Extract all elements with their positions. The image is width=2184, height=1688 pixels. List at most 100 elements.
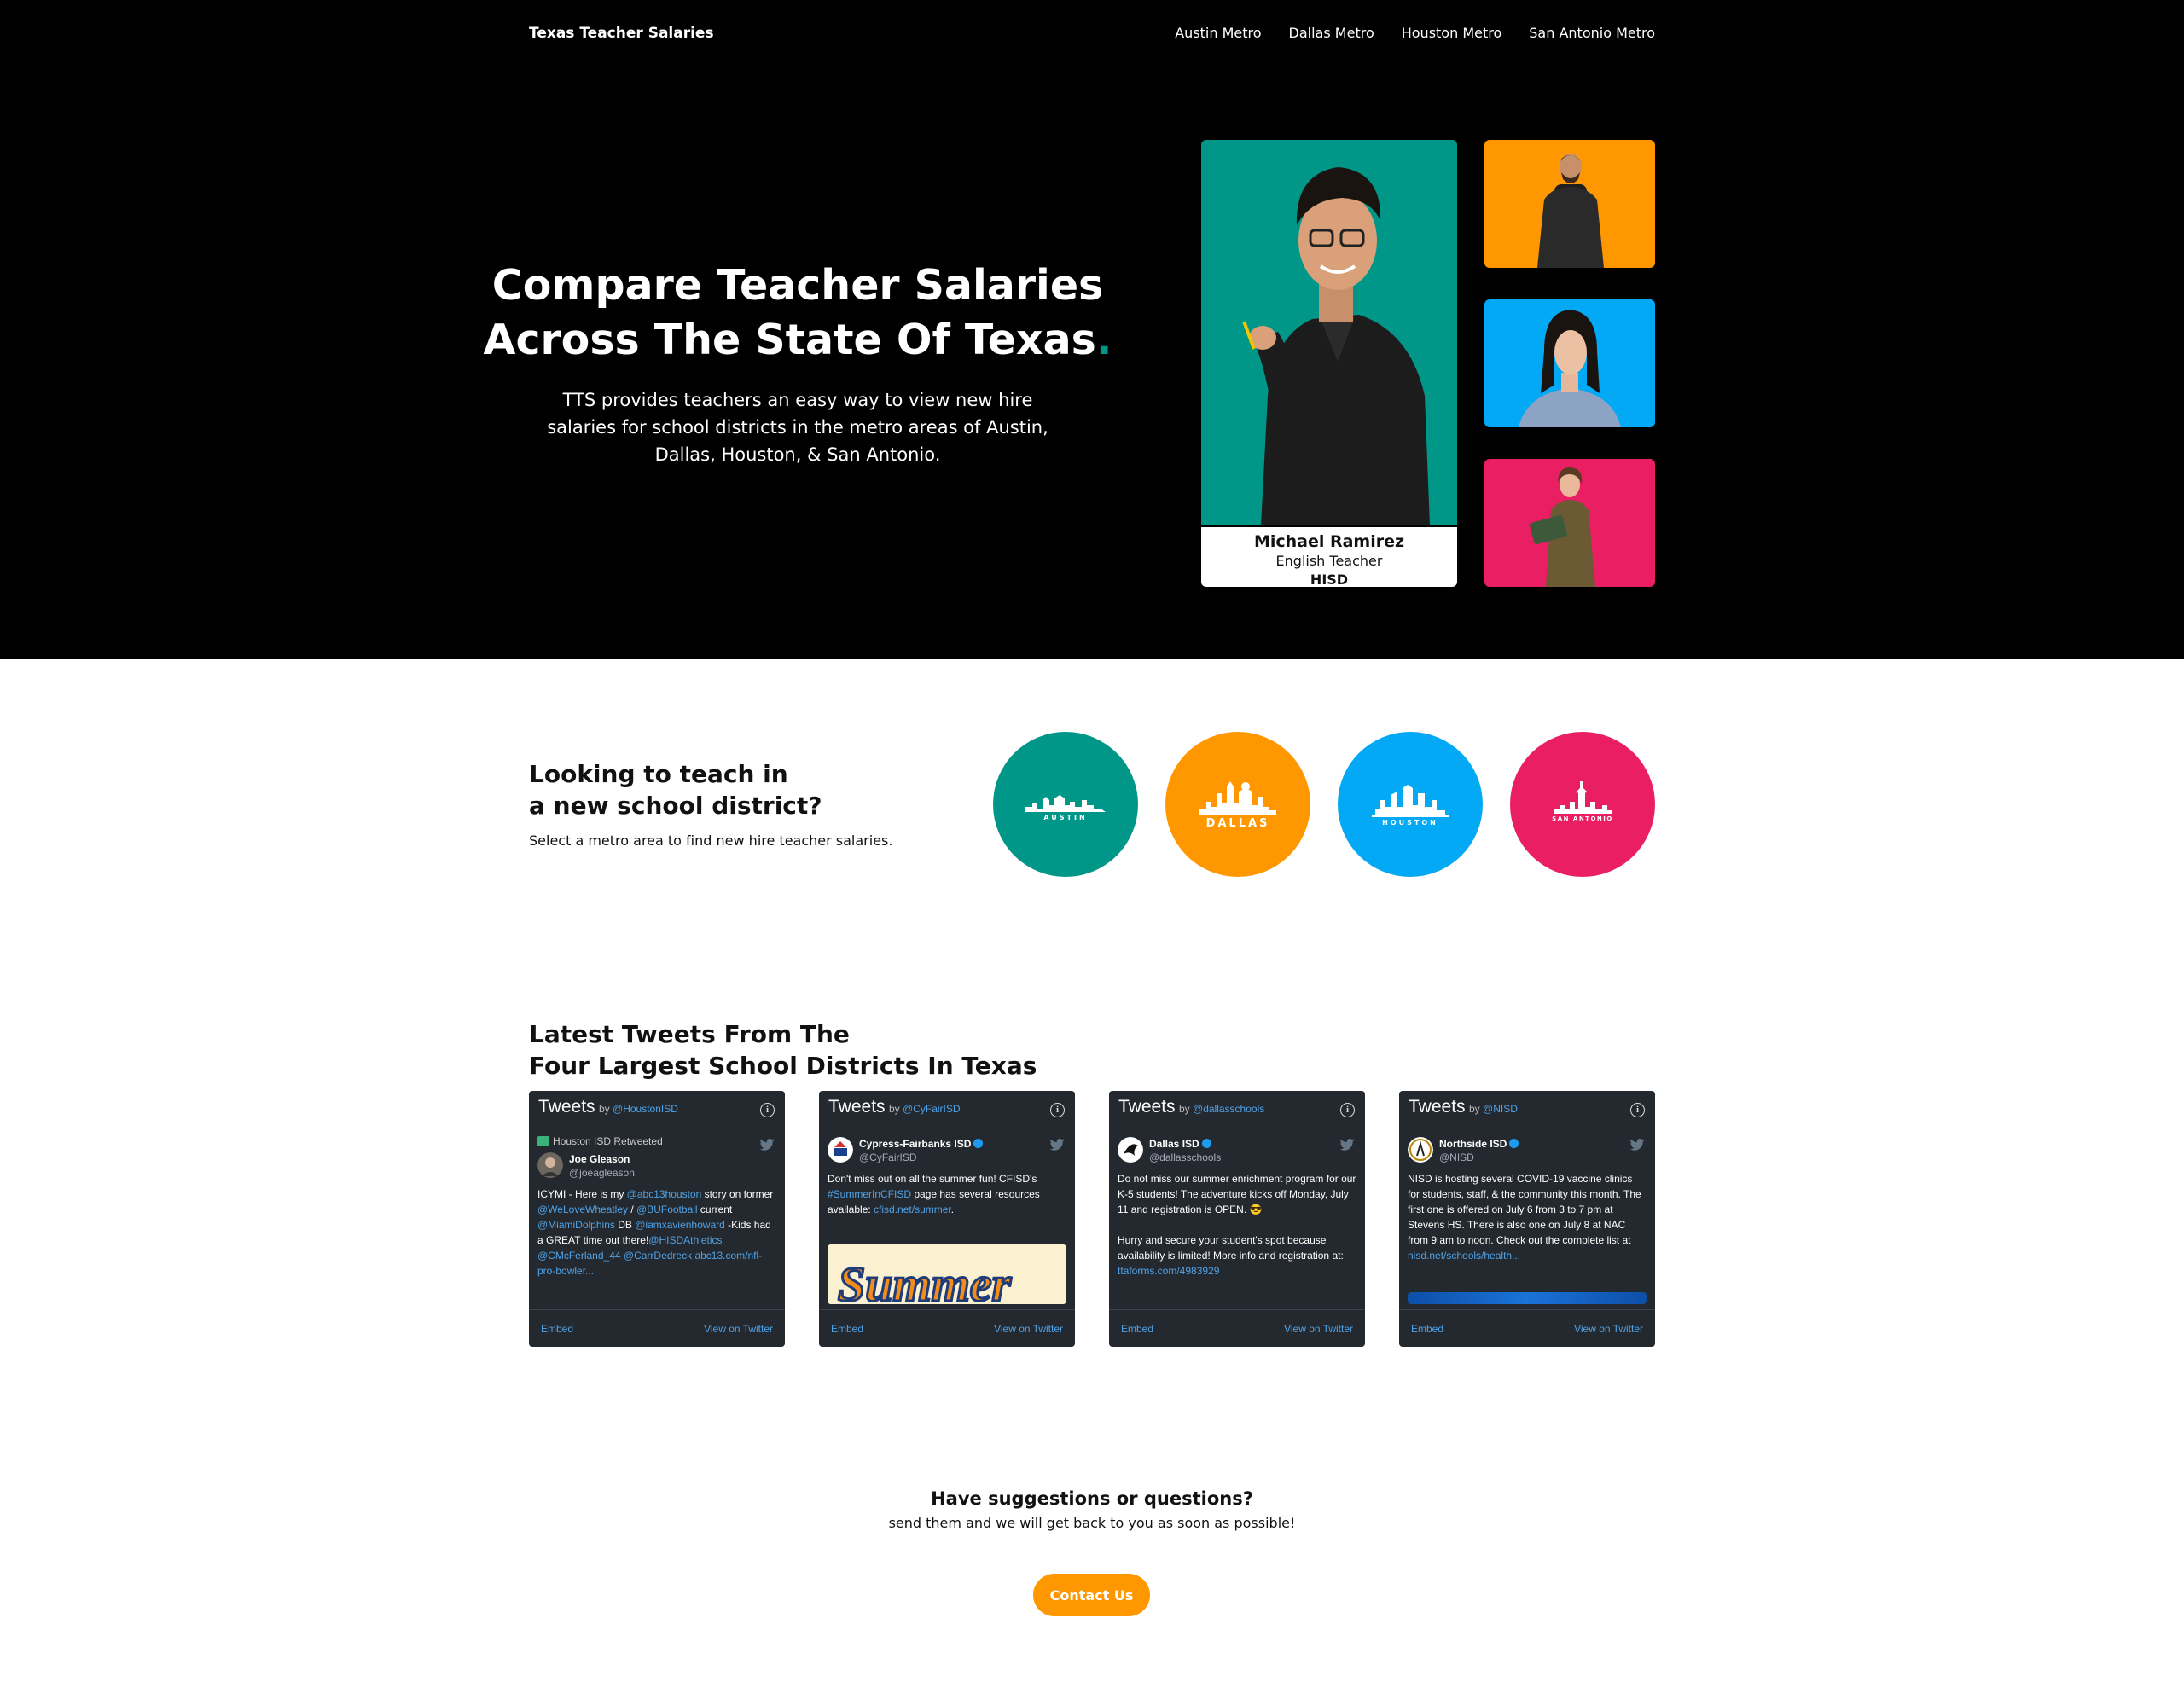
tweet-media-image[interactable] [1408, 1292, 1647, 1304]
nav-austin-metro[interactable]: Austin Metro [1175, 25, 1261, 41]
metro-san-antonio-button[interactable]: SAN ANTONIO [1510, 732, 1655, 877]
metro-subtitle: Select a metro area to find new hire tea… [529, 832, 893, 849]
nisd-logo-icon [1408, 1137, 1433, 1163]
contact-title: Have suggestions or questions? [931, 1488, 1253, 1509]
timeline-title: Tweets [538, 1097, 595, 1117]
url-link[interactable]: ttaforms.com/4983929 [1118, 1265, 1219, 1277]
hero-title-line2: Across The State Of Texas [483, 316, 1096, 364]
timeline-title: Tweets [828, 1097, 886, 1117]
tweet-timeline-houston[interactable]: Tweets by @HoustonISD i Houston ISD Retw… [529, 1091, 785, 1347]
timeline-by: by @CyFairISD [888, 1103, 961, 1115]
timeline-handle-link[interactable]: @dallasschools [1193, 1103, 1264, 1115]
austin-skyline-icon [1025, 795, 1106, 812]
hero-subtitle: TTS provides teachers an easy way to vie… [547, 390, 1048, 465]
author-handle: @NISD [1439, 1151, 1474, 1163]
tweet-body: Houston ISD Retweeted Joe Gleason @joeag… [537, 1134, 776, 1304]
timeline-handle-link[interactable]: @NISD [1483, 1103, 1518, 1115]
author-handle: @CyFairISD [859, 1151, 917, 1163]
tweet-timeline-cyfair[interactable]: Tweets by @CyFairISD i Cypress-Fairbanks… [819, 1091, 1075, 1347]
san-antonio-label: SAN ANTONIO [1552, 815, 1613, 822]
timeline-handle-link[interactable]: @HoustonISD [613, 1103, 678, 1115]
tweet-text: NISD is hosting several COVID-19 vaccine… [1408, 1173, 1641, 1262]
featured-teacher-card[interactable]: Michael Ramirez English Teacher HISD [1201, 140, 1457, 587]
embed-link[interactable]: Embed [1121, 1323, 1153, 1335]
mention-link[interactable]: @CarrDedreck [624, 1250, 692, 1262]
dallas-isd-logo-icon [1118, 1137, 1143, 1163]
embed-link[interactable]: Embed [1411, 1323, 1443, 1335]
teacher-thumb-blue[interactable] [1484, 299, 1655, 427]
author-name: Dallas ISD [1149, 1137, 1221, 1151]
info-icon[interactable]: i [1340, 1103, 1355, 1117]
dallas-label: DALLAS [1205, 817, 1270, 830]
hashtag-link[interactable]: #SummerInCFISD [828, 1188, 911, 1200]
dallas-skyline-icon [1199, 781, 1276, 815]
url-link[interactable]: cfisd.net/summer [874, 1204, 951, 1215]
tweet-media-image[interactable]: Summer [828, 1244, 1066, 1304]
info-icon[interactable]: i [1630, 1103, 1645, 1117]
view-on-twitter-link[interactable]: View on Twitter [994, 1323, 1063, 1335]
teacher-photo-woman [1519, 310, 1621, 427]
timeline-header: Tweets by @dallasschools i [1109, 1091, 1365, 1128]
tweet-author[interactable]: Dallas ISD @dallasschools [1118, 1137, 1356, 1164]
hero-title-line1: Compare Teacher Salaries [491, 261, 1104, 310]
timeline-footer: Embed View on Twitter [1109, 1309, 1365, 1347]
avatar [537, 1152, 563, 1178]
contact-us-button[interactable]: Contact Us [1033, 1574, 1150, 1616]
mention-link[interactable]: @BUFootball [636, 1204, 698, 1215]
timeline-by: by @HoustonISD [598, 1103, 678, 1115]
info-icon[interactable]: i [760, 1103, 775, 1117]
timeline-header: Tweets by @HoustonISD i [529, 1091, 785, 1128]
tweet-author[interactable]: Joe Gleason @joeagleason [537, 1152, 776, 1180]
nav-dallas-metro[interactable]: Dallas Metro [1289, 25, 1374, 41]
hero-title-dot: . [1095, 316, 1112, 364]
verified-badge-icon [973, 1139, 984, 1148]
timeline-by: by @dallasschools [1178, 1103, 1265, 1115]
nav-san-antonio-metro[interactable]: San Antonio Metro [1529, 25, 1655, 41]
tweet-timeline-northside[interactable]: Tweets by @NISD i Northside ISD @NISD NI… [1399, 1091, 1655, 1347]
tweet-body: Dallas ISD @dallasschools Do not miss ou… [1118, 1134, 1356, 1304]
teacher-photo-bearded-man [1537, 154, 1604, 268]
timeline-header: Tweets by @CyFairISD i [819, 1091, 1075, 1128]
metro-austin-button[interactable]: AUSTIN [993, 732, 1138, 877]
mention-link[interactable]: @abc13houston [627, 1188, 702, 1200]
view-on-twitter-link[interactable]: View on Twitter [704, 1323, 773, 1335]
mention-link[interactable]: @CMcFerland_44 [537, 1250, 621, 1262]
view-on-twitter-link[interactable]: View on Twitter [1574, 1323, 1643, 1335]
tweet-author[interactable]: Northside ISD @NISD [1408, 1137, 1647, 1164]
timeline-by: by @NISD [1468, 1103, 1518, 1115]
url-link[interactable]: nisd.net/schools/health... [1408, 1250, 1520, 1262]
summer-graphic: Summer [828, 1244, 1066, 1304]
austin-label: AUSTIN [1043, 814, 1088, 821]
author-handle: @dallasschools [1149, 1151, 1222, 1163]
mention-link[interactable]: @HISDAthletics [648, 1234, 722, 1246]
teacher-role: English Teacher [1275, 553, 1383, 569]
nav-houston-metro[interactable]: Houston Metro [1402, 25, 1502, 41]
teacher-name: Michael Ramirez [1253, 532, 1405, 551]
top-nav: Austin Metro Dallas Metro Houston Metro … [1175, 25, 1655, 41]
retweet-indicator: Houston ISD Retweeted [537, 1134, 776, 1149]
timeline-footer: Embed View on Twitter [819, 1309, 1075, 1347]
timeline-title: Tweets [1409, 1097, 1466, 1117]
featured-teacher-info: Michael Ramirez English Teacher HISD [1201, 525, 1457, 587]
tweet-author[interactable]: Cypress-Fairbanks ISD @CyFairISD [828, 1137, 1066, 1164]
metro-title-line1: Looking to teach in [529, 760, 788, 788]
tweet-timeline-dallas[interactable]: Tweets by @dallasschools i Dallas ISD @d… [1109, 1091, 1365, 1347]
teacher-thumb-pink[interactable] [1484, 459, 1655, 587]
mention-link[interactable]: @iamxavienhoward [635, 1219, 725, 1231]
embed-link[interactable]: Embed [831, 1323, 863, 1335]
mention-link[interactable]: @WeLoveWheatley [537, 1204, 628, 1215]
metro-dallas-button[interactable]: DALLAS [1165, 732, 1310, 877]
view-on-twitter-link[interactable]: View on Twitter [1284, 1323, 1353, 1335]
info-icon[interactable]: i [1050, 1103, 1065, 1117]
timeline-handle-link[interactable]: @CyFairISD [903, 1103, 961, 1115]
metro-houston-button[interactable]: HOUSTON [1338, 732, 1483, 877]
mention-link[interactable]: @MiamiDolphins [537, 1219, 615, 1231]
teacher-thumb-orange[interactable] [1484, 140, 1655, 268]
tweets-title-line2: Four Largest School Districts In Texas [529, 1052, 1037, 1080]
timeline-header: Tweets by @NISD i [1399, 1091, 1655, 1128]
embed-link[interactable]: Embed [541, 1323, 573, 1335]
verified-badge-icon [1201, 1139, 1211, 1148]
author-name: Cypress-Fairbanks ISD [859, 1137, 984, 1151]
brand-link[interactable]: Texas Teacher Salaries [529, 25, 714, 42]
tweet-body: Northside ISD @NISD NISD is hosting seve… [1408, 1134, 1647, 1304]
